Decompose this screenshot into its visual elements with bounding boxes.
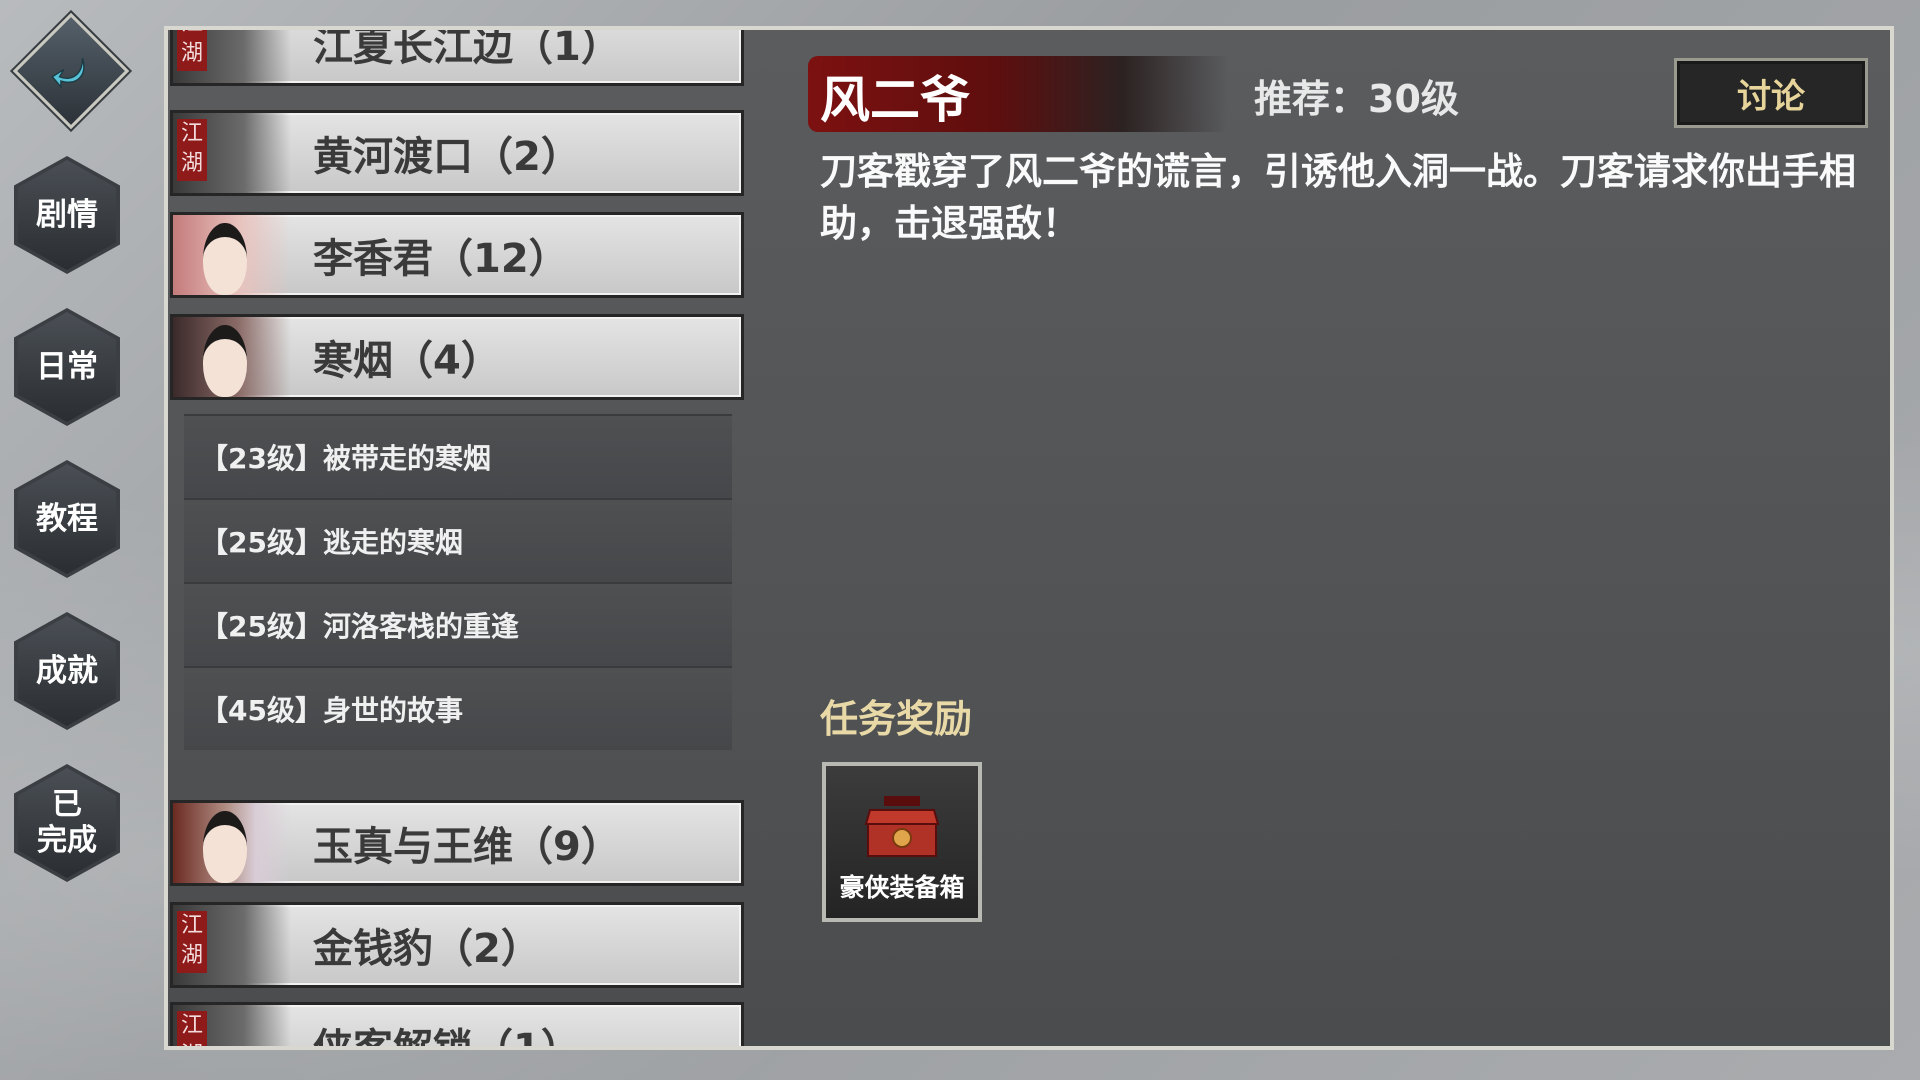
- quest-group-label: 李香君（12）: [313, 236, 569, 282]
- quest-group-item-expanded[interactable]: 寒烟（4）: [170, 314, 744, 400]
- reward-name: 豪侠装备箱: [839, 873, 965, 902]
- reward-item[interactable]: 豪侠装备箱: [822, 762, 982, 922]
- quest-group-item[interactable]: 江湖 黄河渡口（2）: [170, 110, 744, 196]
- back-button[interactable]: [12, 12, 130, 130]
- quest-list[interactable]: 江湖 江夏长江边（1） 江湖 黄河渡口（2） 李香君（12） 寒烟（4） 【23…: [170, 30, 746, 1046]
- discuss-button[interactable]: 讨论: [1674, 58, 1868, 128]
- quest-group-item[interactable]: 李香君（12）: [170, 212, 744, 298]
- back-arrow-icon: [51, 57, 85, 89]
- nav-achievement[interactable]: 成就: [14, 612, 120, 730]
- jianghu-seal-icon: 江湖: [173, 905, 291, 985]
- nav-tutorial-label: 教程: [36, 501, 98, 537]
- equipment-chest-icon: [864, 796, 940, 857]
- jianghu-seal-icon: 江湖: [173, 30, 291, 83]
- quest-group-item[interactable]: 江湖 侠客解锁（1）: [170, 1002, 744, 1046]
- quest-group-label: 侠客解锁（1）: [313, 1016, 581, 1046]
- nav-tutorial[interactable]: 教程: [14, 460, 120, 578]
- nav-story[interactable]: 剧情: [14, 156, 120, 274]
- quest-sub-label: 【45级】身世的故事: [200, 694, 463, 727]
- quest-group-label: 黄河渡口（2）: [313, 134, 581, 180]
- recommend-level: 推荐：30级: [1254, 77, 1459, 121]
- quest-sub-label: 【23级】被带走的寒烟: [200, 442, 491, 475]
- nav-story-label: 剧情: [36, 197, 98, 233]
- quest-title: 风二爷: [820, 71, 970, 129]
- jianghu-seal-icon: 江湖: [173, 1005, 291, 1046]
- quest-group-item[interactable]: 玉真与王维（9）: [170, 800, 744, 886]
- nav-completed-label: 已 完成: [37, 787, 97, 858]
- quest-sub-label: 【25级】河洛客栈的重逢: [200, 610, 519, 643]
- quest-sub-item[interactable]: 【25级】河洛客栈的重逢: [184, 582, 732, 666]
- quest-sub-label: 【25级】逃走的寒烟: [200, 526, 463, 559]
- quest-group-label: 江夏长江边（1）: [313, 30, 621, 70]
- nav-achievement-label: 成就: [36, 653, 98, 689]
- nav-daily-label: 日常: [36, 349, 98, 385]
- nav-completed[interactable]: 已 完成: [14, 764, 120, 882]
- yuzhen-wangwei-portrait: [173, 803, 291, 883]
- quest-sub-item[interactable]: 【23级】被带走的寒烟: [184, 414, 732, 498]
- quest-sub-item[interactable]: 【45级】身世的故事: [184, 666, 732, 750]
- quest-group-label: 玉真与王维（9）: [313, 824, 621, 870]
- quest-sub-item[interactable]: 【25级】逃走的寒烟: [184, 498, 732, 582]
- quest-group-item[interactable]: 江湖 江夏长江边（1）: [170, 30, 744, 86]
- quest-group-label: 金钱豹（2）: [313, 926, 541, 972]
- quest-description: 刀客戳穿了风二爷的谎言，引诱他入洞一战。刀客请求你出手相助，击退强敌！: [820, 150, 1856, 245]
- reward-title: 任务奖励: [820, 697, 973, 741]
- nav-daily[interactable]: 日常: [14, 308, 120, 426]
- jianghu-seal-icon: 江湖: [173, 113, 291, 193]
- quest-group-item[interactable]: 江湖 金钱豹（2）: [170, 902, 744, 988]
- hanyan-portrait: [173, 317, 291, 397]
- quest-group-label: 寒烟（4）: [313, 338, 501, 384]
- li-xiangjun-portrait: [173, 215, 291, 295]
